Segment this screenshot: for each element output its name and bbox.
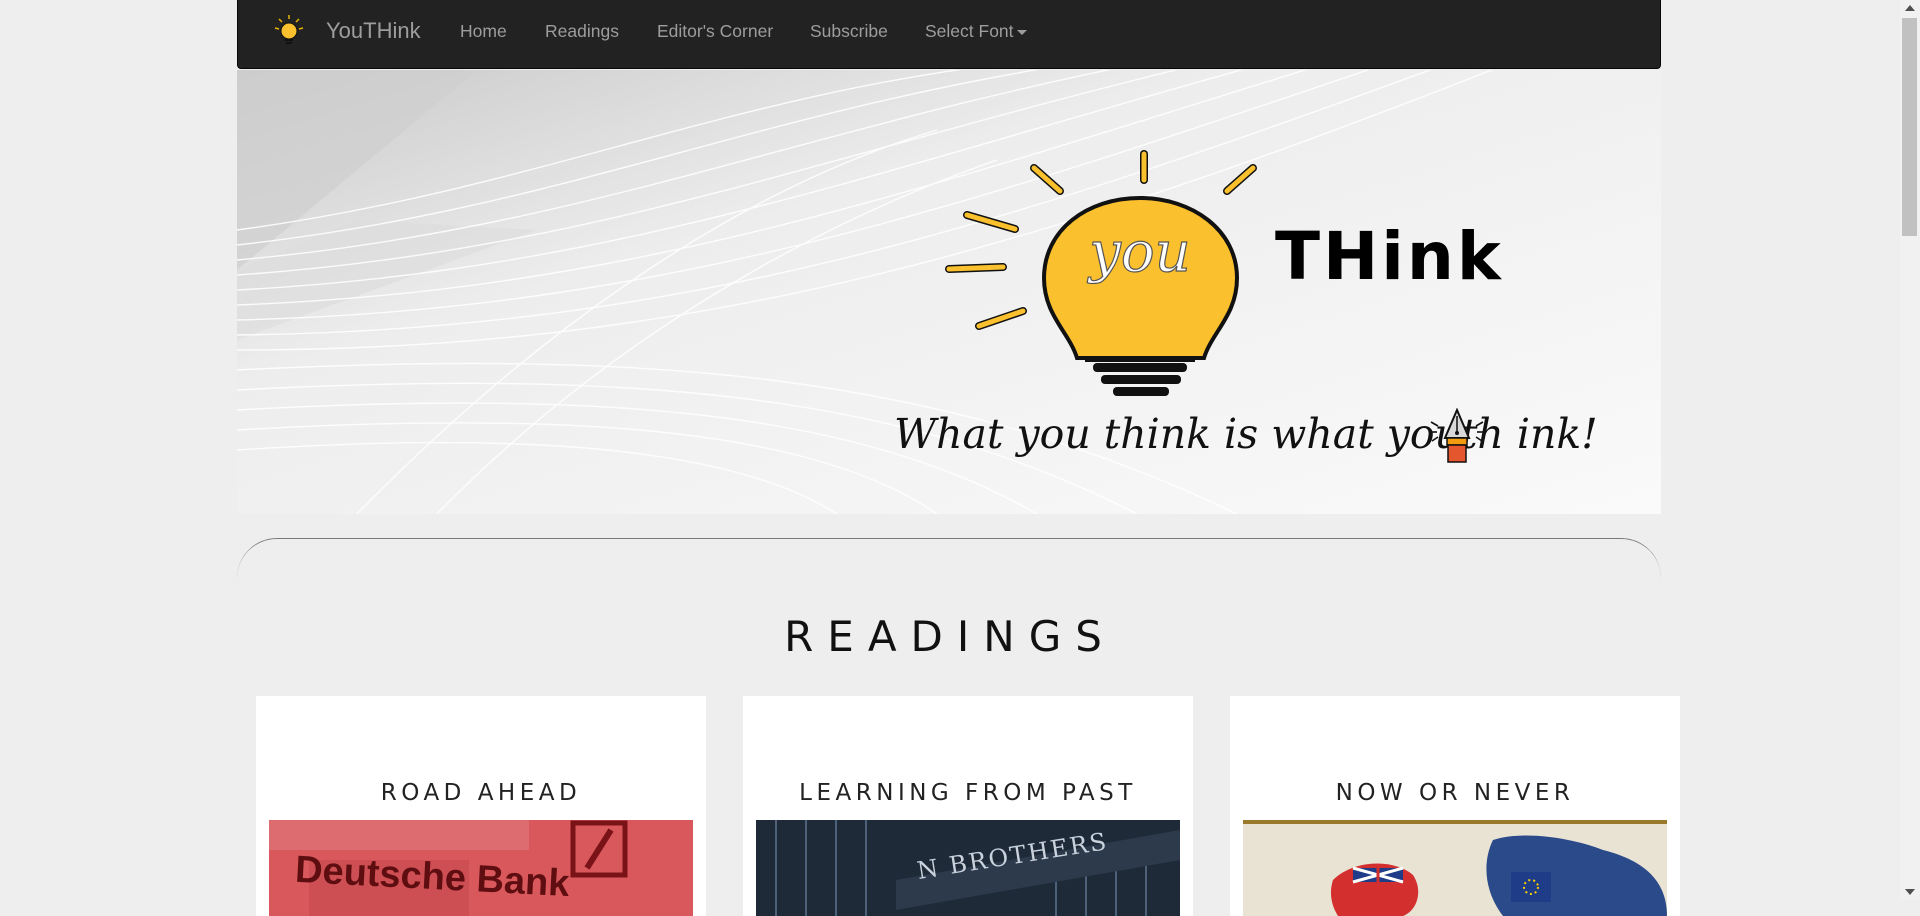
nav-subscribe[interactable]: Subscribe (810, 21, 888, 42)
brexit-map-image (1243, 820, 1667, 916)
card-title[interactable]: ROAD AHEAD (256, 780, 706, 806)
card-title[interactable]: LEARNING FROM PAST (743, 780, 1193, 806)
nav-editors-corner[interactable]: Editor's Corner (657, 21, 773, 42)
readings-title: READINGS (784, 612, 1116, 661)
hero-banner: you THink What you think is what youth i… (237, 70, 1661, 514)
lightbulb-icon[interactable] (273, 14, 305, 50)
fountain-pen-icon (1429, 408, 1485, 463)
card-image[interactable]: Deutsche Bank (269, 820, 693, 916)
nav-readings[interactable]: Readings (545, 21, 619, 42)
reading-card[interactable]: LEARNING FROM PAST N BROTHERS (743, 696, 1193, 916)
reading-card[interactable]: NOW OR NEVER (1230, 696, 1680, 916)
scrollbar-thumb[interactable] (1902, 18, 1917, 236)
scroll-up-icon[interactable] (1905, 5, 1915, 11)
nav-select-font[interactable]: Select Font (925, 21, 1027, 42)
select-font-label: Select Font (925, 21, 1014, 41)
vertical-scrollbar[interactable] (1900, 0, 1920, 900)
brand-name[interactable]: YouTHink (326, 18, 421, 44)
card-image[interactable]: N BROTHERS (756, 820, 1180, 916)
card-title[interactable]: NOW OR NEVER (1230, 780, 1680, 806)
logo-word-think: THink (1275, 218, 1504, 295)
nav-home[interactable]: Home (460, 21, 507, 42)
reading-card[interactable]: ROAD AHEAD Deutsche Bank (256, 696, 706, 916)
navbar: YouTHink Home Readings Editor's Corner S… (237, 0, 1661, 69)
page: YouTHink Home Readings Editor's Corner S… (0, 0, 1900, 916)
logo-word-you: you (1089, 219, 1192, 285)
caret-down-icon (1016, 29, 1027, 35)
scroll-down-icon[interactable] (1905, 889, 1915, 895)
hero-tagline: What you think is what youth ink! (894, 410, 1598, 458)
section-divider (237, 538, 1661, 578)
card-image[interactable] (1243, 820, 1667, 916)
